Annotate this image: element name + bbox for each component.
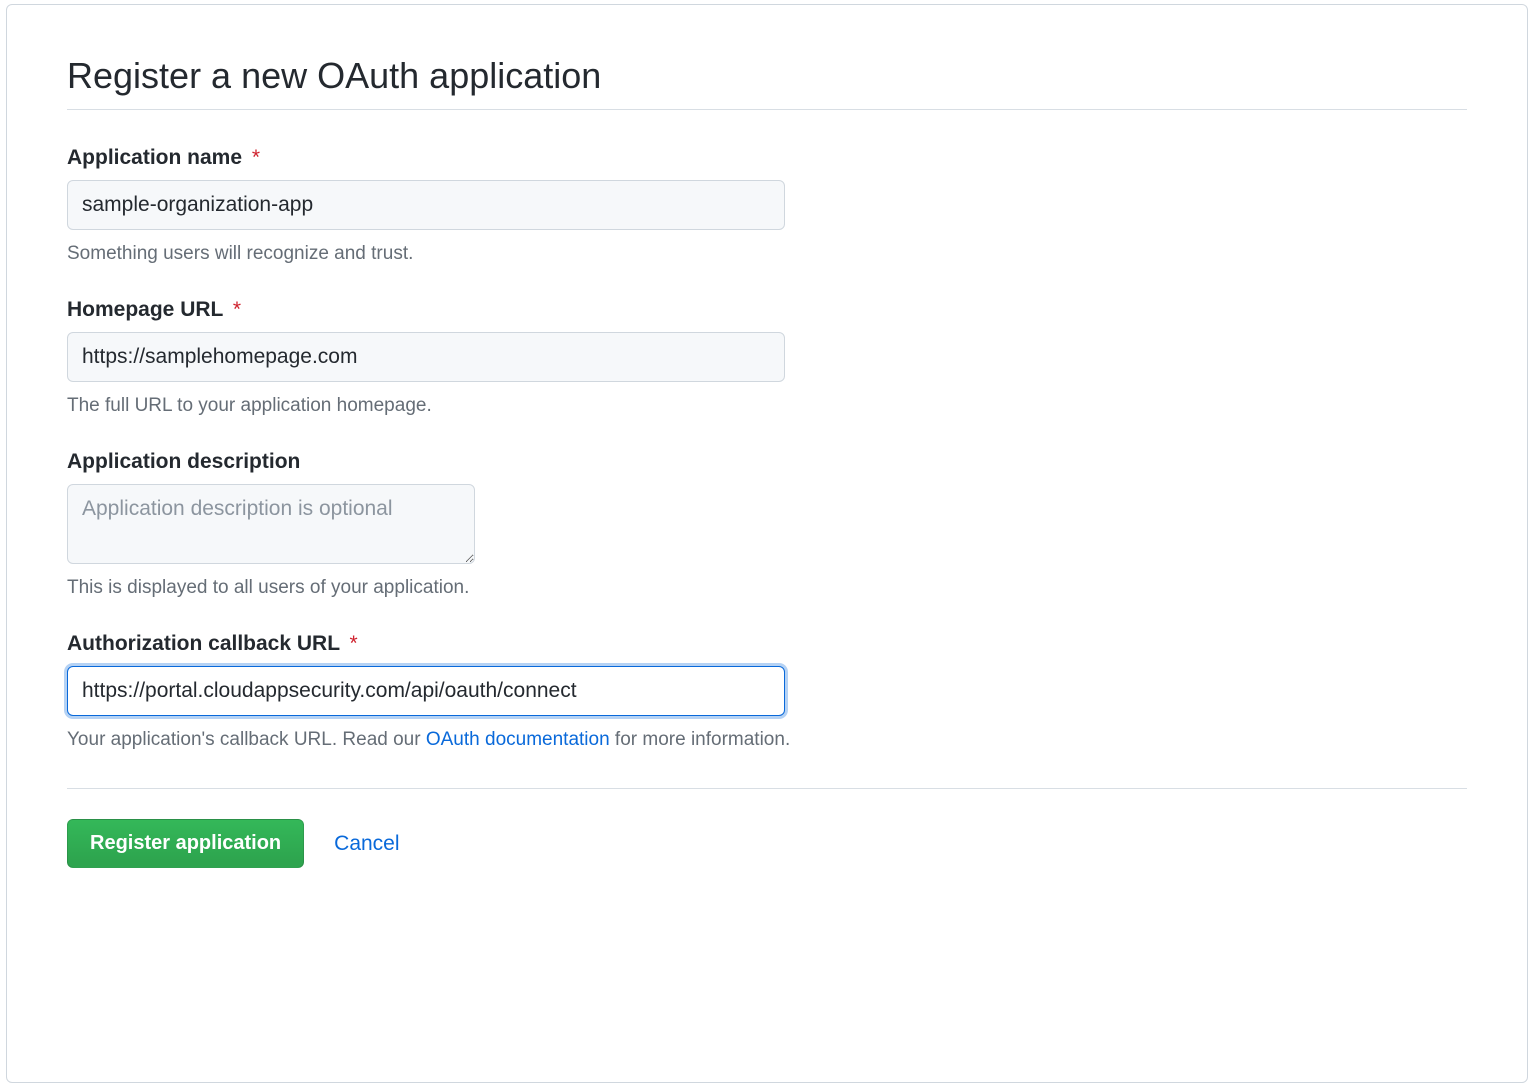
app-description-textarea[interactable] [67, 484, 475, 564]
app-name-label-text: Application name [67, 146, 242, 169]
page-title: Register a new OAuth application [67, 55, 1467, 110]
app-description-group: Application description This is displaye… [67, 450, 1467, 602]
oauth-registration-form: Register a new OAuth application Applica… [6, 4, 1528, 1083]
app-name-hint: Something users will recognize and trust… [67, 240, 1467, 268]
required-asterisk-icon: * [350, 632, 358, 655]
app-description-label: Application description [67, 450, 1467, 474]
register-application-button[interactable]: Register application [67, 819, 304, 868]
callback-url-label-text: Authorization callback URL [67, 632, 340, 655]
app-description-hint: This is displayed to all users of your a… [67, 574, 1467, 602]
divider [67, 788, 1467, 789]
callback-hint-prefix: Your application's callback URL. Read ou… [67, 729, 426, 750]
app-name-group: Application name * Something users will … [67, 146, 1467, 268]
required-asterisk-icon: * [233, 298, 241, 321]
homepage-url-label: Homepage URL * [67, 298, 1467, 322]
homepage-url-group: Homepage URL * The full URL to your appl… [67, 298, 1467, 420]
callback-url-hint: Your application's callback URL. Read ou… [67, 726, 1467, 754]
homepage-url-input[interactable] [67, 332, 785, 382]
callback-url-input[interactable] [67, 666, 785, 716]
app-name-input[interactable] [67, 180, 785, 230]
callback-url-group: Authorization callback URL * Your applic… [67, 632, 1467, 754]
required-asterisk-icon: * [252, 146, 260, 169]
button-row: Register application Cancel [67, 819, 1467, 868]
cancel-button[interactable]: Cancel [334, 832, 399, 856]
oauth-documentation-link[interactable]: OAuth documentation [426, 729, 610, 750]
callback-url-label: Authorization callback URL * [67, 632, 1467, 656]
homepage-url-hint: The full URL to your application homepag… [67, 392, 1467, 420]
homepage-url-label-text: Homepage URL [67, 298, 223, 321]
app-name-label: Application name * [67, 146, 1467, 170]
callback-hint-suffix: for more information. [610, 729, 791, 750]
